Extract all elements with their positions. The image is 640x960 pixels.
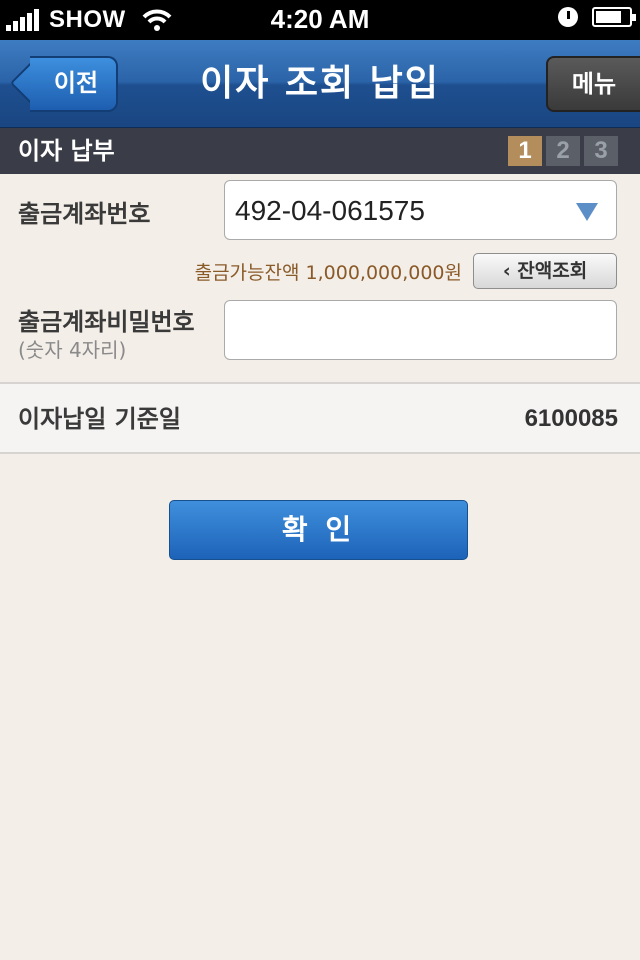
available-balance: 출금가능잔액 1,000,000,000원 xyxy=(194,262,462,284)
step-1: 1 xyxy=(508,136,542,166)
password-field[interactable] xyxy=(224,300,617,360)
account-value: 492-04-061575 xyxy=(235,195,425,226)
confirm-button[interactable]: 확 인 xyxy=(169,500,468,560)
step-3: 3 xyxy=(584,136,618,166)
menu-button[interactable]: 메뉴 xyxy=(546,56,640,112)
nav-bar: 이전 이자 조회 납입 메뉴 xyxy=(0,40,640,128)
interest-date-row: 이자납일 기준일 6100085 xyxy=(0,382,640,454)
password-label: 출금계좌비밀번호 xyxy=(18,308,195,336)
balance-inquiry-button[interactable]: ‹ 잔액조회 xyxy=(473,253,617,289)
password-hint: (숫자 4자리) xyxy=(18,338,127,362)
status-bar: SHOW 4:20 AM xyxy=(0,0,640,40)
page-title: 이자 조회 납입 xyxy=(200,63,440,104)
orientation-lock-icon xyxy=(558,7,578,27)
step-indicator: 1 2 3 xyxy=(504,136,618,166)
account-label: 출금계좌번호 xyxy=(18,200,151,228)
status-time: 4:20 AM xyxy=(270,4,370,34)
account-select[interactable]: 492-04-061575 xyxy=(224,180,617,240)
interest-date-label: 이자납일 기준일 xyxy=(18,405,181,433)
step-2: 2 xyxy=(546,136,580,166)
status-right xyxy=(558,7,636,27)
battery-icon xyxy=(592,7,636,27)
interest-date-value: 6100085 xyxy=(524,405,618,432)
section-title: 이자 납부 xyxy=(18,137,115,165)
dropdown-arrow-icon xyxy=(576,203,598,221)
section-header: 이자 납부 1 2 3 xyxy=(0,128,640,174)
